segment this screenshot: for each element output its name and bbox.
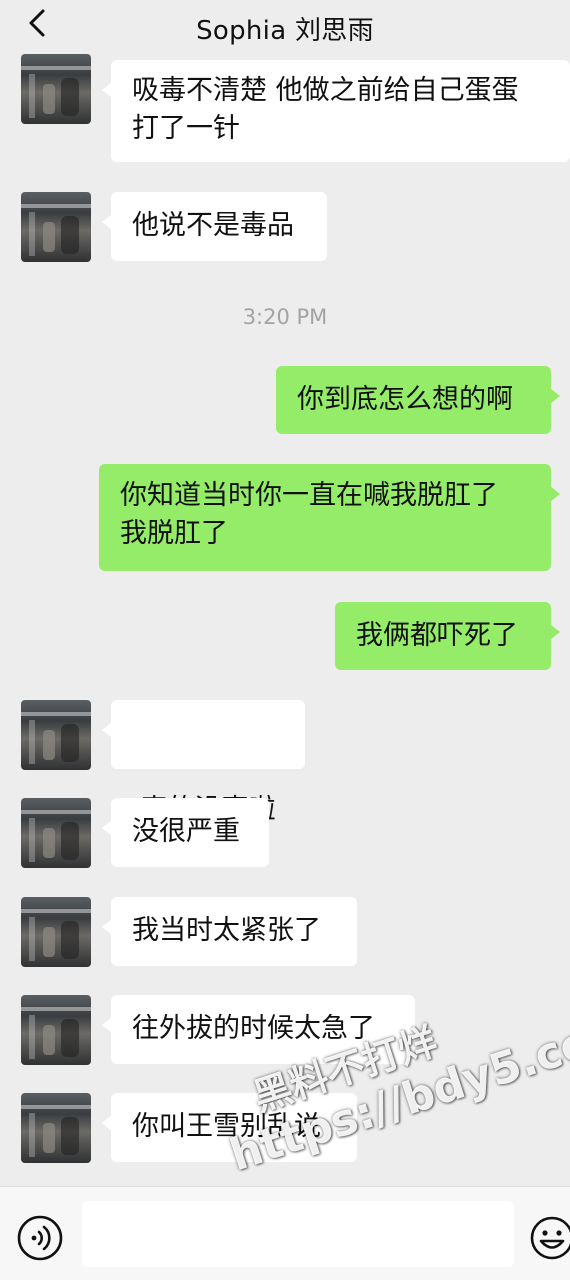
message-bubble-received[interactable]: 他说不是毒品 — [102, 192, 327, 261]
back-button[interactable] — [22, 8, 52, 38]
message-bubble-sent[interactable]: 你知道当时你一直在喊我脱肛了 我脱肛了 — [99, 464, 560, 571]
message-bubble-received[interactable]: 你叫王雪别乱说 — [102, 1093, 357, 1162]
chat-header: Sophia 刘思雨 — [0, 0, 570, 56]
emoji-icon — [530, 1216, 570, 1260]
contact-avatar[interactable] — [21, 897, 91, 967]
contact-avatar[interactable] — [21, 1093, 91, 1163]
message-bubble-received[interactable]: 往外拔的时候太急了 — [102, 995, 415, 1064]
contact-avatar[interactable] — [21, 995, 91, 1065]
message-text: 我脱肛了 — [120, 518, 228, 549]
emoji-button[interactable] — [530, 1214, 570, 1262]
contact-avatar[interactable] — [21, 798, 91, 868]
message-bubble-sent[interactable]: 我俩都吓死了 — [335, 602, 560, 670]
message-text: 我俩都吓死了 — [356, 620, 518, 651]
message-timestamp: 3:20 PM — [242, 305, 328, 329]
message-text: 你到底怎么想的啊 — [297, 384, 513, 415]
message-text: 吸毒不清楚 他做之前给自己蛋蛋 — [132, 75, 519, 106]
message-input[interactable] — [82, 1201, 514, 1267]
input-bar — [0, 1186, 570, 1280]
message-bubble-received[interactable]: 我当时太紧张了 — [102, 897, 357, 966]
voice-icon — [17, 1215, 63, 1261]
message-text: 没很严重 — [132, 816, 240, 847]
chevron-left-icon — [29, 9, 45, 37]
message-bubble-received[interactable]: 吸毒不清楚 他做之前给自己蛋蛋 打了一针 — [102, 60, 570, 162]
message-bubble-sent[interactable]: 你到底怎么想的啊 — [276, 366, 560, 434]
message-bubble-received[interactable]: 没很严重 — [102, 798, 269, 867]
message-text: 他说不是毒品 — [132, 210, 294, 241]
contact-avatar[interactable] — [21, 54, 91, 124]
contact-avatar[interactable] — [21, 192, 91, 262]
message-text: 你知道当时你一直在喊我脱肛了 — [120, 480, 498, 511]
contact-avatar[interactable] — [21, 700, 91, 770]
message-text: 打了一针 — [132, 113, 240, 144]
message-text: 我当时太紧张了 — [132, 915, 321, 946]
message-bubble-received[interactable]: 真的没事啦 — [102, 700, 305, 825]
message-text: 你叫王雪别乱说 — [132, 1111, 321, 1142]
voice-button[interactable] — [16, 1214, 64, 1262]
message-text: 往外拔的时候太急了 — [132, 1013, 375, 1044]
chat-title: Sophia 刘思雨 — [196, 15, 374, 46]
